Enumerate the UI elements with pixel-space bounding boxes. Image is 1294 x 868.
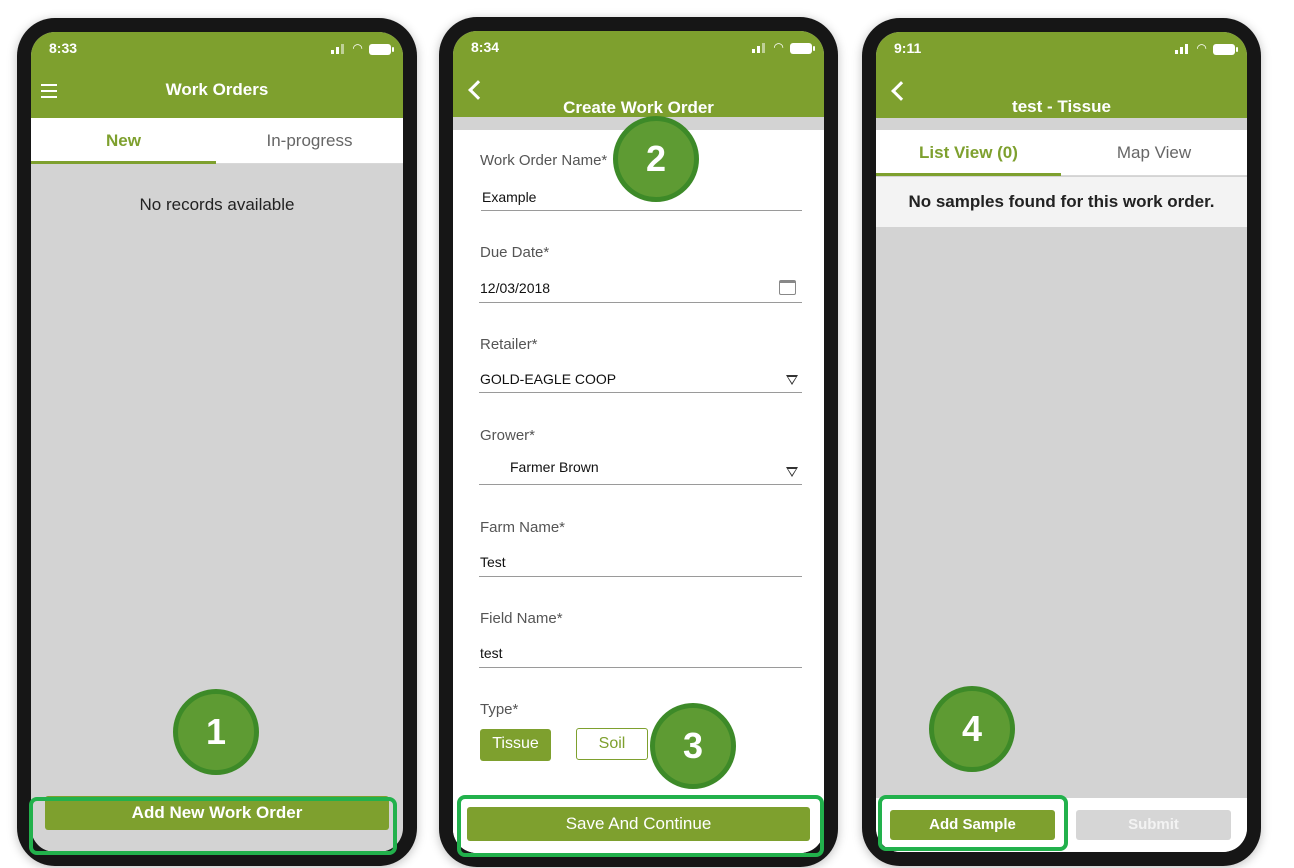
highlight-add-new-work-order <box>29 797 397 855</box>
step-badge-4: 4 <box>929 686 1015 772</box>
type-option-tissue[interactable]: Tissue <box>480 729 551 761</box>
dropdown-triangle-icon[interactable] <box>786 375 798 385</box>
status-time: 8:33 <box>49 40 78 56</box>
submit-button[interactable]: Submit <box>1076 810 1231 840</box>
grower-select[interactable]: Farmer Brown <box>510 459 599 475</box>
farm-name-label: Farm Name* <box>480 519 566 536</box>
tab-bar: List View (0) Map View <box>876 130 1247 176</box>
step-badge-3: 3 <box>650 703 736 789</box>
retailer-label: Retailer* <box>480 336 538 353</box>
field-name-underline <box>479 667 802 668</box>
app-header: 8:34 ◠ Create Work Order <box>453 31 824 117</box>
type-option-soil[interactable]: Soil <box>576 728 648 760</box>
status-icons: ◠ <box>331 41 394 56</box>
tab-new[interactable]: New <box>31 118 216 164</box>
battery-icon <box>369 44 394 55</box>
app-header: 8:33 ◠ Work Orders <box>31 32 403 118</box>
work-order-name-input[interactable]: Example <box>482 189 536 205</box>
grower-underline <box>479 484 802 485</box>
step-badge-2: 2 <box>613 116 699 202</box>
status-bar: 8:34 ◠ <box>471 39 815 59</box>
calendar-icon[interactable] <box>779 280 796 295</box>
status-time: 9:11 <box>894 40 922 56</box>
work-order-name-label: Work Order Name* <box>480 152 608 169</box>
tab-map-view[interactable]: Map View <box>1061 130 1247 176</box>
work-order-name-underline <box>481 210 802 211</box>
dropdown-triangle-icon[interactable] <box>786 467 798 477</box>
due-date-label: Due Date* <box>480 244 550 261</box>
retailer-select[interactable]: GOLD-EAGLE COOP <box>480 371 616 387</box>
due-date-input[interactable]: 12/03/2018 <box>480 280 550 296</box>
highlight-add-sample <box>878 795 1068 851</box>
back-chevron-icon[interactable] <box>468 80 488 100</box>
farm-name-input[interactable]: Test <box>480 554 506 570</box>
status-bar: 8:33 ◠ <box>49 40 394 60</box>
page-title: Create Work Order <box>563 98 714 117</box>
farm-name-underline <box>479 576 802 577</box>
phone-sample-list: 9:11 ◠ test - Tissue List View (0) Map V… <box>862 18 1261 866</box>
status-icons: ◠ <box>752 40 815 55</box>
status-time: 8:34 <box>471 39 500 55</box>
highlight-save-and-continue <box>457 795 824 857</box>
battery-icon <box>1213 44 1238 55</box>
retailer-underline <box>479 392 802 393</box>
tab-in-progress[interactable]: In-progress <box>216 118 403 164</box>
tab-list-view[interactable]: List View (0) <box>876 130 1061 176</box>
empty-state-message: No samples found for this work order. <box>908 192 1215 211</box>
field-name-input[interactable]: test <box>480 645 503 661</box>
app-header: 9:11 ◠ test - Tissue <box>876 32 1247 118</box>
battery-icon <box>790 43 815 54</box>
grower-label: Grower* <box>480 427 536 444</box>
status-icons: ◠ <box>1175 41 1238 56</box>
wifi-icon: ◠ <box>774 40 784 54</box>
status-bar: 9:11 ◠ <box>894 40 1238 60</box>
work-order-form: Work Order Name* Example Due Date* 12/03… <box>453 130 824 853</box>
step-badge-1: 1 <box>173 689 259 775</box>
due-date-underline <box>479 302 802 303</box>
wifi-icon: ◠ <box>1197 41 1207 55</box>
wifi-icon: ◠ <box>353 41 363 55</box>
page-title: Work Orders <box>165 80 269 99</box>
page-title: test - Tissue <box>1012 97 1111 116</box>
empty-state-message: No records available <box>139 195 295 214</box>
type-label: Type* <box>480 701 519 718</box>
tab-bar: New In-progress <box>31 118 403 164</box>
field-name-label: Field Name* <box>480 610 563 627</box>
